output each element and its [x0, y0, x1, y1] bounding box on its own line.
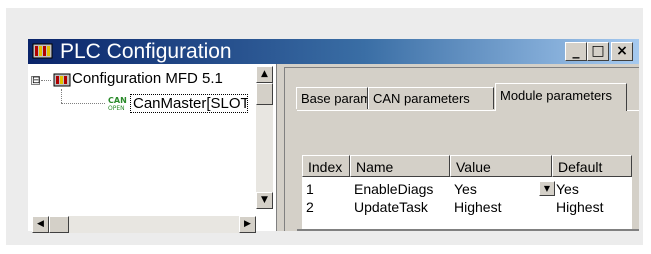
row-default: Yes: [556, 181, 579, 197]
divider: [297, 229, 639, 231]
row-index: 1: [306, 181, 314, 197]
row-name: EnableDiags: [354, 181, 434, 197]
scroll-thumb[interactable]: [256, 83, 273, 105]
tree-child-label[interactable]: CanMaster[SLOT]: [130, 94, 248, 113]
tab-can-parameters[interactable]: CAN parameters: [368, 87, 494, 109]
svg-text:OPEN: OPEN: [108, 105, 125, 111]
tree-connector-vertical: [61, 89, 62, 103]
can-node-icon: CAN OPEN: [108, 96, 127, 111]
row-value[interactable]: Highest: [454, 199, 501, 215]
row-name: UpdateTask: [354, 199, 428, 215]
row-index: 2: [306, 199, 314, 215]
tab-base-parameters[interactable]: Base parameters: [296, 87, 368, 109]
configuration-tree[interactable]: ⊟ Configuration MFD 5.1 CAN OPEN CanMast…: [28, 64, 276, 231]
scroll-up-icon[interactable]: ▲: [256, 66, 273, 83]
scroll-thumb-horizontal[interactable]: [49, 216, 69, 233]
maximize-button[interactable]: □: [587, 42, 609, 61]
column-header-default[interactable]: Default: [552, 155, 632, 177]
column-header-value[interactable]: Value: [450, 155, 552, 177]
parameter-table[interactable]: Index Name Value Default 1 EnableDiags Y…: [302, 155, 632, 231]
minimize-button[interactable]: _: [565, 42, 587, 61]
tree-connector: [41, 80, 51, 81]
tree-root-label[interactable]: Configuration MFD 5.1: [72, 70, 223, 87]
column-header-name[interactable]: Name: [350, 155, 450, 177]
tree-vertical-scrollbar[interactable]: ▲ ▼: [256, 66, 273, 209]
plc-node-icon: [53, 73, 71, 87]
column-header-index[interactable]: Index: [302, 155, 350, 177]
row-value[interactable]: Yes: [454, 181, 477, 197]
value-dropdown-icon[interactable]: ▼: [539, 181, 555, 196]
scroll-right-icon[interactable]: ▶: [239, 216, 256, 233]
plc-configuration-window: PLC Configuration _ □ × ⊟ Configuration …: [28, 39, 639, 233]
scroll-down-icon[interactable]: ▼: [256, 192, 273, 209]
tab-module-parameters[interactable]: Module parameters: [495, 83, 627, 111]
title-bar[interactable]: PLC Configuration _ □ ×: [28, 39, 639, 64]
scroll-left-icon[interactable]: ◀: [32, 216, 49, 233]
svg-text:CAN: CAN: [108, 96, 127, 105]
app-icon: [32, 43, 53, 59]
close-button[interactable]: ×: [611, 42, 633, 61]
row-default: Highest: [556, 199, 604, 215]
tree-horizontal-scrollbar[interactable]: ◀ ▶: [32, 216, 256, 233]
collapse-toggle-icon[interactable]: ⊟: [31, 76, 40, 86]
window-title: PLC Configuration: [60, 40, 232, 63]
pane-splitter[interactable]: [276, 64, 282, 231]
tree-connector-child: [61, 103, 105, 104]
